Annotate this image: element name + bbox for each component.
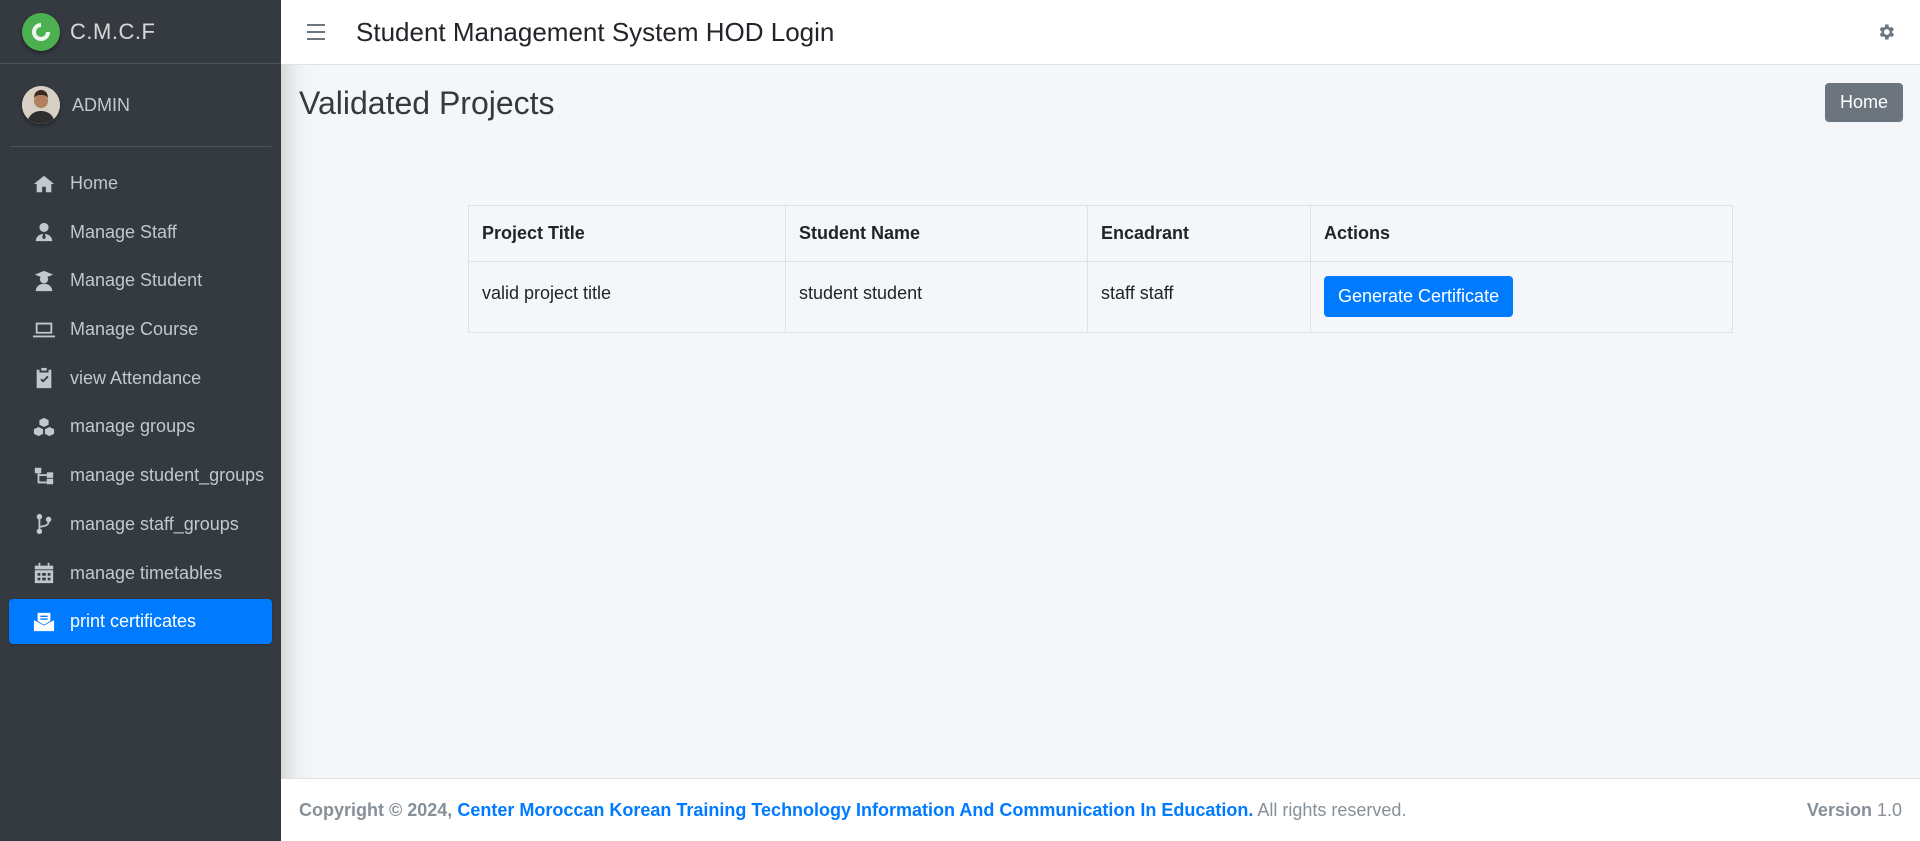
code-branch-icon xyxy=(31,511,57,537)
column-header-project-title: Project Title xyxy=(468,205,786,262)
menu-toggle-icon[interactable] xyxy=(307,24,325,40)
user-graduate-icon xyxy=(31,268,57,294)
sidebar-item-label: manage timetables xyxy=(70,562,223,583)
sidebar-item-print-certificates[interactable]: print certificates xyxy=(9,599,272,645)
sidebar-item-label: Manage Course xyxy=(70,319,199,340)
sidebar-item-label: Home xyxy=(70,173,119,193)
sidebar-item-label: view Attendance xyxy=(70,367,202,388)
user-tie-icon xyxy=(31,219,57,245)
table-header-row: Project Title Student Name Encadrant Act… xyxy=(468,205,1733,262)
cell-encadrant: staff staff xyxy=(1087,261,1311,333)
table-row: valid project title student student staf… xyxy=(468,261,1733,333)
header-title: Student Management System HOD Login xyxy=(356,16,835,47)
sidebar-item-label: print certificates xyxy=(70,611,197,632)
cell-actions: Generate Certificate xyxy=(1310,261,1733,333)
sidebar-item-view-attendance[interactable]: view Attendance xyxy=(9,356,272,401)
top-navbar: Student Management System HOD Login xyxy=(281,0,1920,65)
sitemap-icon xyxy=(31,463,57,489)
brand-logo xyxy=(22,12,60,51)
avatar xyxy=(22,86,60,124)
column-header-student-name: Student Name xyxy=(785,205,1088,262)
sidebar-item-manage-student[interactable]: Manage Student xyxy=(9,258,272,303)
calendar-icon xyxy=(31,560,57,586)
sidebar-item-home[interactable]: Home xyxy=(9,161,272,206)
laptop-icon xyxy=(31,317,57,343)
brand-name: C.M.C.F xyxy=(70,18,156,44)
sidebar-item-label: manage student_groups xyxy=(70,465,265,486)
sidebar: C.M.C.F ADMIN Home Manage Staff Manage S… xyxy=(0,0,281,841)
sidebar-nav: Home Manage Staff Manage Student Manage … xyxy=(0,147,281,645)
user-name: ADMIN xyxy=(72,94,130,115)
column-header-actions: Actions xyxy=(1310,205,1733,262)
copyright-prefix: Copyright © 2024, xyxy=(299,799,453,820)
brand-link[interactable]: C.M.C.F xyxy=(0,0,281,64)
cell-project-title: valid project title xyxy=(468,261,786,333)
home-button[interactable]: Home xyxy=(1824,83,1903,122)
gear-icon[interactable] xyxy=(1876,22,1896,42)
clipboard-check-icon xyxy=(31,365,57,391)
sidebar-item-label: manage groups xyxy=(70,416,196,437)
sidebar-item-manage-staff-groups[interactable]: manage staff_groups xyxy=(9,502,272,547)
cell-student-name: student student xyxy=(785,261,1088,333)
user-panel[interactable]: ADMIN xyxy=(10,64,271,147)
rights-text: All rights reserved. xyxy=(1257,799,1407,820)
validated-projects-table: Project Title Student Name Encadrant Act… xyxy=(468,205,1733,333)
sidebar-item-manage-staff[interactable]: Manage Staff xyxy=(9,210,272,255)
sidebar-item-label: Manage Staff xyxy=(70,221,177,242)
page-title: Validated Projects xyxy=(299,85,555,121)
sidebar-item-manage-groups[interactable]: manage groups xyxy=(9,404,272,449)
cubes-icon xyxy=(31,414,57,440)
home-icon xyxy=(31,171,57,197)
version-info: Version 1.0 xyxy=(1807,800,1902,821)
sidebar-item-manage-course[interactable]: Manage Course xyxy=(9,307,272,352)
org-link[interactable]: Center Moroccan Korean Training Technolo… xyxy=(457,800,1253,820)
copyright: Copyright © 2024, Center Moroccan Korean… xyxy=(299,800,1406,821)
version-label: Version xyxy=(1806,799,1872,820)
column-header-encadrant: Encadrant xyxy=(1087,205,1311,262)
sidebar-item-label: Manage Student xyxy=(70,270,203,291)
footer: Copyright © 2024, Center Moroccan Korean… xyxy=(281,778,1920,841)
generate-certificate-button[interactable]: Generate Certificate xyxy=(1324,276,1514,317)
sidebar-item-manage-timetables[interactable]: manage timetables xyxy=(9,551,272,596)
main-content: Validated Projects Home Project Title St… xyxy=(281,65,1920,778)
version-value: 1.0 xyxy=(1876,799,1902,820)
sidebar-item-manage-student-groups[interactable]: manage student_groups xyxy=(9,453,272,498)
envelope-open-text-icon xyxy=(31,609,57,635)
sidebar-item-label: manage staff_groups xyxy=(70,513,239,534)
